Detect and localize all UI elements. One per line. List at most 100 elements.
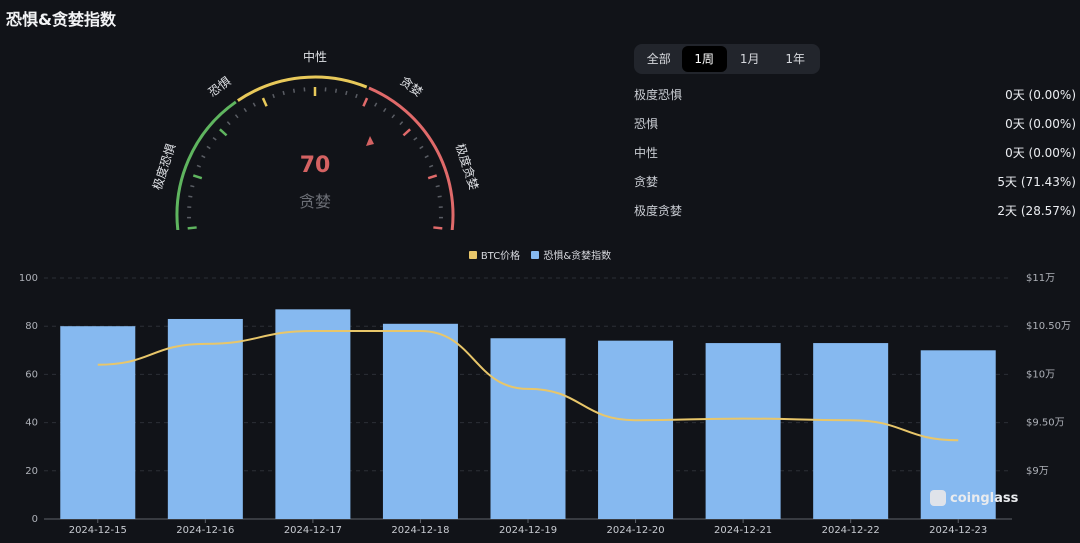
stat-label: 极度贪婪 bbox=[634, 204, 683, 218]
x-tick-label: 2024-12-16 bbox=[176, 525, 234, 536]
gauge-label-extreme-fear: 极度恐惧 bbox=[149, 141, 178, 191]
y-tick-label-left: 40 bbox=[25, 418, 38, 429]
gauge-tick bbox=[252, 102, 256, 107]
y-tick-label-right: $10万 bbox=[1026, 369, 1055, 380]
stat-value: 2天 (28.57%) bbox=[997, 204, 1076, 218]
legend-item-index[interactable]: 恐惧&贪婪指数 bbox=[531, 247, 611, 262]
y-tick-label-left: 80 bbox=[25, 321, 38, 332]
stat-row-extreme-fear: 极度恐惧 0天 (0.00%) bbox=[634, 83, 1076, 112]
stat-row-extreme-greed: 极度贪婪 2天 (28.57%) bbox=[634, 199, 1076, 228]
y-tick-label-left: 0 bbox=[32, 514, 38, 525]
gauge-arc-fear bbox=[175, 100, 237, 230]
gauge-tick bbox=[399, 121, 404, 126]
y-tick-label-right: $10.50万 bbox=[1026, 321, 1071, 332]
gauge-tick bbox=[206, 145, 211, 150]
stat-value: 5天 (71.43%) bbox=[997, 175, 1076, 189]
gauge-tick bbox=[374, 102, 378, 107]
bar-fear-greed-index[interactable] bbox=[60, 326, 136, 519]
y-tick-label-right: $9万 bbox=[1026, 466, 1049, 477]
chart-legend: BTC价格 恐惧&贪婪指数 bbox=[0, 247, 1080, 262]
gauge-tick bbox=[234, 114, 239, 119]
gauge-tick bbox=[391, 114, 396, 119]
stat-value: 0天 (0.00%) bbox=[1005, 88, 1076, 102]
stat-row-greed: 贪婪 5天 (71.43%) bbox=[634, 170, 1076, 199]
stat-row-neutral: 中性 0天 (0.00%) bbox=[634, 141, 1076, 170]
gauge-sentiment: 贪婪 bbox=[299, 192, 331, 211]
y-tick-label-right: $9.50万 bbox=[1026, 418, 1065, 429]
stat-value: 0天 (0.00%) bbox=[1005, 117, 1076, 131]
tab-1-month[interactable]: 1月 bbox=[727, 46, 773, 72]
gauge-label-greed: 贪婪 bbox=[398, 73, 426, 99]
stat-value: 0天 (0.00%) bbox=[1005, 146, 1076, 160]
tab-1-year[interactable]: 1年 bbox=[773, 46, 819, 72]
watermark-text: coinglass bbox=[950, 490, 1019, 506]
x-tick-label: 2024-12-19 bbox=[499, 525, 557, 536]
bar-fear-greed-index[interactable] bbox=[598, 340, 674, 519]
x-tick-label: 2024-12-20 bbox=[606, 525, 664, 536]
x-tick-label: 2024-12-22 bbox=[822, 525, 880, 536]
gauge-tick bbox=[429, 164, 434, 168]
gauge-tick bbox=[188, 195, 193, 198]
gauge-label-neutral: 中性 bbox=[303, 49, 327, 64]
fear-greed-gauge: 极度恐惧 恐惧 中性 贪婪 极度贪婪 70 贪婪 bbox=[149, 49, 482, 230]
legend-swatch-index-icon bbox=[531, 250, 540, 259]
fear-greed-bar-chart: 0 20 40 60 80 100 $9万 $9.50万 $10万 $10.50万 $11万 2024… bbox=[19, 273, 1071, 536]
stat-label: 极度恐惧 bbox=[634, 88, 683, 102]
gauge-tick bbox=[413, 137, 418, 141]
gauge-tick bbox=[282, 90, 285, 96]
gauge-arc-greed bbox=[368, 86, 455, 230]
page-title: 恐惧&贪婪指数 bbox=[6, 10, 116, 29]
coinglass-logo-icon bbox=[930, 490, 946, 506]
x-tick-label: 2024-12-15 bbox=[69, 525, 127, 536]
gauge-tick bbox=[261, 97, 268, 107]
legend-item-btc[interactable]: BTC价格 bbox=[468, 247, 521, 262]
gauge-tick bbox=[362, 97, 369, 107]
stat-row-fear: 恐惧 0天 (0.00%) bbox=[634, 112, 1076, 141]
legend-label-btc: BTC价格 bbox=[480, 251, 521, 262]
x-tick-label: 2024-12-23 bbox=[929, 525, 987, 536]
stat-label: 恐惧 bbox=[634, 117, 659, 131]
bar-fear-greed-index[interactable] bbox=[167, 318, 243, 519]
sentiment-stats: 极度恐惧 0天 (0.00%) 恐惧 0天 (0.00%) 中性 0天 (0.0… bbox=[634, 83, 1076, 228]
gauge-arc-neutral bbox=[236, 75, 368, 102]
gauge-tick bbox=[226, 121, 231, 126]
bar-fear-greed-index[interactable] bbox=[705, 343, 781, 519]
gauge-tick bbox=[292, 88, 296, 93]
legend-label-index: 恐惧&贪婪指数 bbox=[543, 251, 612, 262]
y-tick-label-left: 20 bbox=[25, 466, 38, 477]
x-tick-label: 2024-12-18 bbox=[391, 525, 449, 536]
y-tick-label-right: $11万 bbox=[1026, 273, 1055, 284]
gauge-tick bbox=[345, 90, 348, 96]
bar-fear-greed-index[interactable] bbox=[275, 309, 351, 519]
bar-fear-greed-index[interactable] bbox=[490, 338, 566, 519]
x-tick-label: 2024-12-21 bbox=[714, 525, 772, 536]
gauge-value: 70 bbox=[300, 153, 331, 178]
gauge-tick bbox=[272, 93, 275, 99]
bar-fear-greed-index[interactable] bbox=[382, 323, 458, 519]
gauge-tick bbox=[219, 128, 228, 137]
gauge-tick bbox=[437, 195, 442, 198]
gauge-tick bbox=[243, 107, 248, 113]
gauge-tick bbox=[334, 88, 338, 93]
tab-1-week[interactable]: 1周 bbox=[681, 46, 727, 72]
coinglass-watermark: coinglass bbox=[930, 490, 1018, 506]
y-tick-label-left: 60 bbox=[25, 369, 38, 380]
gauge-tick bbox=[419, 145, 424, 150]
gauge-tick bbox=[196, 164, 201, 168]
gauge-tick bbox=[190, 185, 195, 188]
gauge-tick bbox=[382, 107, 387, 113]
gauge-label-extreme-greed: 极度贪婪 bbox=[453, 141, 482, 191]
gauge-tick bbox=[192, 174, 203, 180]
gauge-tick bbox=[435, 185, 440, 188]
tab-all[interactable]: 全部 bbox=[636, 46, 682, 72]
gauge-tick bbox=[424, 155, 429, 159]
gauge-tick bbox=[201, 155, 206, 159]
legend-swatch-btc-icon bbox=[468, 250, 477, 259]
x-tick-label: 2024-12-17 bbox=[284, 525, 342, 536]
gauge-tick bbox=[212, 137, 217, 141]
gauge-label-fear: 恐惧 bbox=[205, 73, 233, 99]
gauge-tick bbox=[187, 226, 197, 230]
bar-fear-greed-index[interactable] bbox=[813, 343, 889, 519]
gauge-tick bbox=[433, 226, 443, 230]
gauge-pointer-icon bbox=[366, 136, 374, 146]
